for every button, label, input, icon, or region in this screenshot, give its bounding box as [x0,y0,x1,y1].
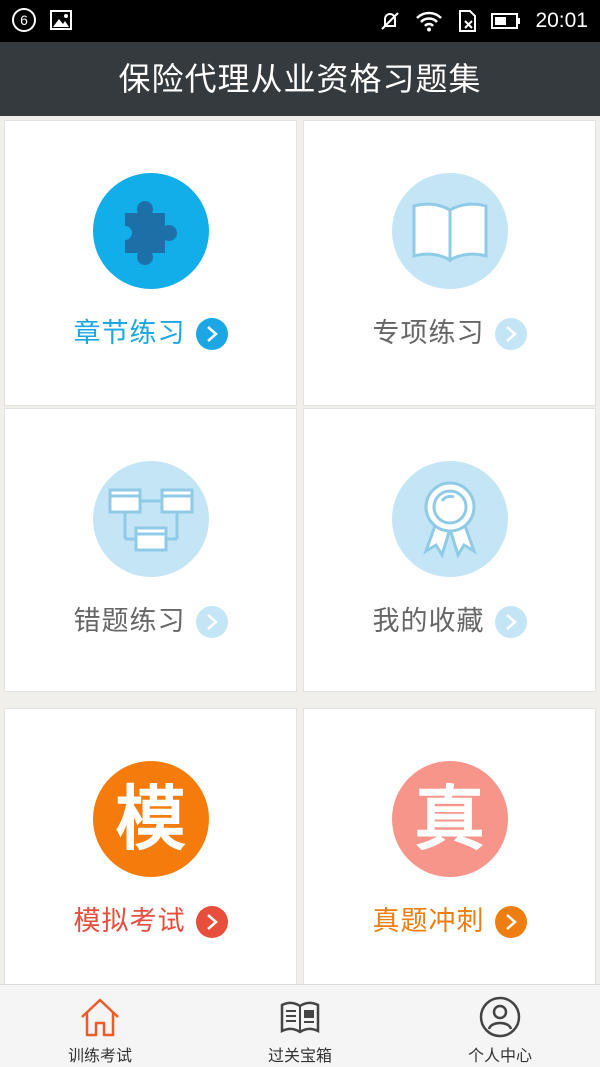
chapter-practice-label: 章节练习 [73,318,186,349]
zhen-char-icon: 真 [391,761,508,877]
newspaper-icon [280,1001,320,1034]
tab-label: 个人中心 [467,1046,532,1065]
mock-exam-card[interactable]: 模 模拟考试 [4,708,297,988]
tab-personal-center[interactable]: 个人中心 [400,985,600,1067]
tab-label: 过关宝箱 [267,1046,332,1065]
mock-exam-label: 模拟考试 [73,906,186,937]
tab-treasure-box[interactable]: 过关宝箱 [200,985,400,1067]
chevron-right-icon [494,906,527,938]
my-favorites-card[interactable]: 我的收藏 [303,408,596,692]
chevron-right-icon [494,318,527,350]
wifi-icon [416,11,443,32]
book-icon [391,173,508,289]
wrong-question-practice-label: 错题练习 [73,606,186,637]
status-bar: 6 20:01 [0,0,600,42]
wrong-question-practice-card[interactable]: 错题练习 [4,408,297,692]
battery-icon [491,13,521,29]
mo-char: 模 [115,778,186,860]
notification-count-icon: 6 [12,8,36,32]
special-practice-label: 专项练习 [372,318,485,349]
chevron-right-icon [195,606,228,638]
mo-char-icon: 模 [92,761,209,877]
page-title: 保险代理从业资格习题集 [0,42,600,116]
chevron-right-icon [195,318,228,350]
zhen-char: 真 [414,778,485,860]
my-favorites-label: 我的收藏 [372,606,485,637]
puzzle-icon [92,173,209,289]
no-sim-icon [459,10,477,32]
mute-icon [381,12,400,30]
past-exam-sprint-label: 真题冲刺 [372,906,485,937]
ribbon-award-icon [391,461,508,577]
image-icon [50,10,72,30]
tab-training-exam[interactable]: 训练考试 [0,985,200,1067]
special-practice-card[interactable]: 专项练习 [303,120,596,406]
user-icon [479,996,521,1038]
clock: 20:01 [535,9,588,32]
home-icon [81,998,119,1037]
past-exam-sprint-card[interactable]: 真 真题冲刺 [303,708,596,988]
chapter-practice-card[interactable]: 章节练习 [4,120,297,406]
feature-grid: 章节练习 专项练习 错题练习 我的收藏 模 模拟考试 真 真题冲刺 [0,116,600,988]
bottom-tab-bar: 训练考试 过关宝箱 个人中心 [0,984,600,1067]
chevron-right-icon [195,906,228,938]
tab-label: 训练考试 [67,1046,132,1065]
flowchart-icon [92,461,209,577]
chevron-right-icon [494,606,527,638]
